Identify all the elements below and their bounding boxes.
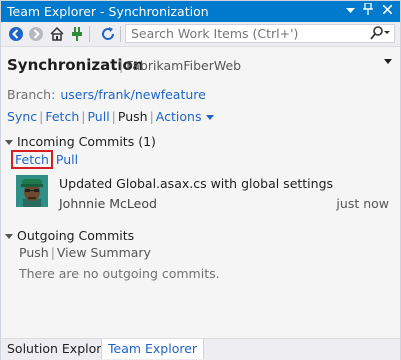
author-avatar [16, 175, 48, 207]
repository-name: | FabrikamFiberWeb [119, 58, 242, 73]
window-title: Team Explorer - Synchronization [7, 4, 209, 19]
synchronization-page: Synchronization | FabrikamFiberWeb Branch… [1, 47, 400, 338]
dropdown-icon[interactable] [342, 3, 358, 19]
toolbar-separator [120, 26, 121, 42]
commit-time: just now [336, 196, 389, 211]
toolbar-separator [89, 26, 90, 42]
forward-icon[interactable] [27, 25, 45, 43]
empty-state-message: There are no outgoing commits. [19, 266, 220, 281]
refresh-icon[interactable] [99, 25, 117, 43]
back-icon[interactable] [7, 25, 25, 43]
close-icon[interactable] [379, 3, 395, 19]
collapse-icon[interactable] [5, 140, 13, 145]
actions-caret-icon [206, 115, 215, 120]
branch-link[interactable]: users/frank/newfeature [60, 87, 206, 102]
branch-row: Branch: users/frank/newfeature [7, 87, 206, 102]
page-menu-caret-icon[interactable] [384, 59, 392, 64]
connect-icon[interactable] [68, 25, 86, 43]
incoming-commits-title: Incoming Commits (1) [17, 134, 156, 149]
outgoing-push-link[interactable]: Push [19, 245, 49, 260]
pin-icon[interactable] [360, 2, 376, 19]
fetch-link[interactable]: Fetch [45, 109, 79, 124]
commit-item[interactable]: Updated Global.asax.cs with global setti… [13, 175, 398, 215]
actions-label: Actions [155, 109, 202, 124]
outgoing-commits-header[interactable]: Outgoing Commits [5, 228, 134, 243]
outgoing-commits-title: Outgoing Commits [17, 228, 135, 243]
collapse-icon[interactable] [5, 234, 13, 239]
outgoing-links: Push | View Summary [19, 245, 151, 260]
actions-menu[interactable]: Actions [156, 109, 215, 124]
view-summary-link[interactable]: View Summary [57, 245, 151, 260]
branch-label: Branch: [7, 87, 56, 102]
bottom-tab-strip: Solution Explorer Team Explorer [1, 338, 400, 360]
tab-team-explorer[interactable]: Team Explorer [101, 339, 205, 359]
incoming-pull-link[interactable]: Pull [56, 152, 78, 167]
home-icon[interactable] [48, 25, 66, 43]
action-bar: Sync | Fetch | Pull | Push | Actions [7, 109, 215, 124]
search-work-items[interactable] [125, 24, 395, 43]
toolbar [1, 22, 400, 47]
commit-message: Updated Global.asax.cs with global setti… [59, 176, 334, 191]
title-bar: Team Explorer - Synchronization [1, 1, 400, 22]
sync-link[interactable]: Sync [7, 109, 37, 124]
search-input[interactable] [126, 25, 371, 42]
commit-author: Johnnie McLeod [59, 196, 157, 211]
search-icon[interactable] [370, 26, 390, 43]
incoming-commits-header[interactable]: Incoming Commits (1) [5, 134, 156, 149]
incoming-fetch-link[interactable]: Fetch [11, 150, 53, 169]
incoming-links: Fetch Pull [11, 150, 78, 169]
push-link[interactable]: Push [118, 109, 148, 124]
repository-label: FabrikamFiberWeb [126, 58, 242, 73]
pull-link[interactable]: Pull [87, 109, 109, 124]
